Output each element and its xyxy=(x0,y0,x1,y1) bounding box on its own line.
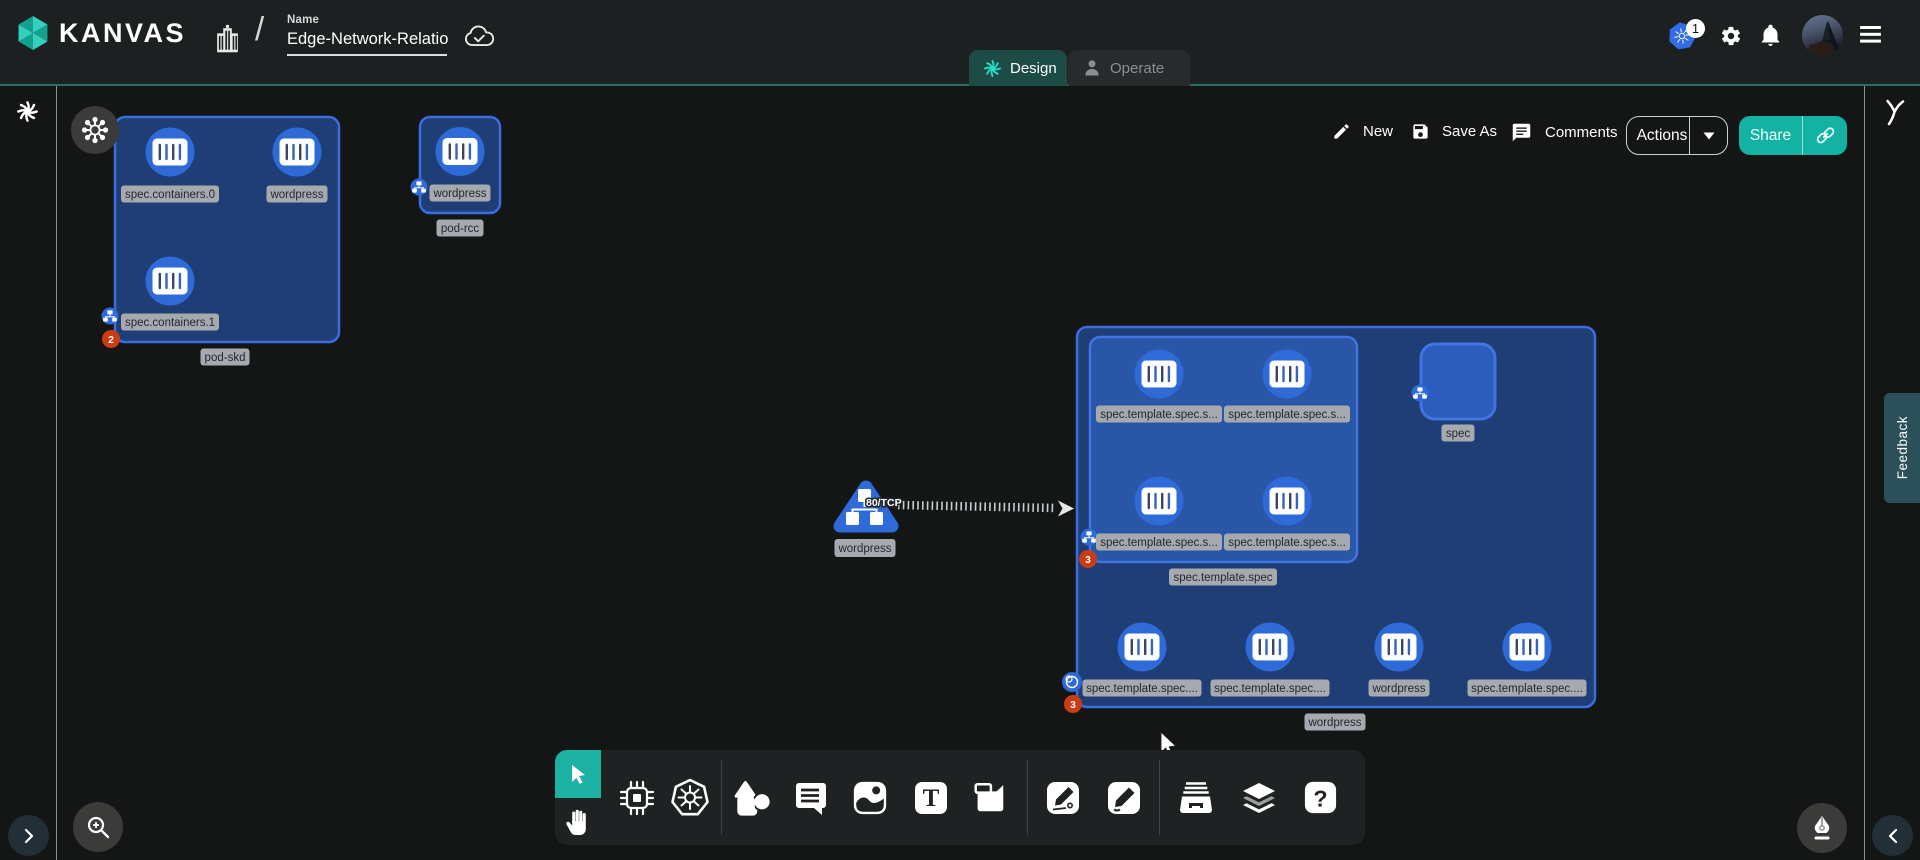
svg-text:spec.containers.1: spec.containers.1 xyxy=(125,317,215,329)
svg-text:spec: spec xyxy=(1446,428,1471,440)
svg-text:wordpress: wordpress xyxy=(269,189,323,201)
svg-text:?: ? xyxy=(1313,785,1327,811)
svg-text:spec.template.spec.s...: spec.template.spec.s... xyxy=(1100,409,1218,421)
svg-text:1: 1 xyxy=(1692,21,1699,36)
svg-text:wordpress: wordpress xyxy=(1371,683,1425,695)
svg-text:2: 2 xyxy=(108,335,114,346)
svg-text:wordpress: wordpress xyxy=(1307,717,1361,729)
svg-text:spec.template.spec.s...: spec.template.spec.s... xyxy=(1228,409,1346,421)
svg-text:pod-rcc: pod-rcc xyxy=(441,223,480,235)
svg-text:wordpress: wordpress xyxy=(837,543,891,555)
svg-text:spec.template.spec....: spec.template.spec.... xyxy=(1214,683,1326,695)
svg-text:spec.template.spec.s...: spec.template.spec.s... xyxy=(1228,537,1346,549)
svg-text:spec.template.spec.s...: spec.template.spec.s... xyxy=(1100,537,1218,549)
svg-text:spec.containers.0: spec.containers.0 xyxy=(125,189,215,201)
svg-text:3: 3 xyxy=(1070,700,1076,711)
svg-text:spec.template.spec....: spec.template.spec.... xyxy=(1086,683,1198,695)
svg-text:T: T xyxy=(923,785,940,812)
svg-text:80/TCP: 80/TCP xyxy=(866,497,902,509)
svg-text:wordpress: wordpress xyxy=(432,188,486,200)
svg-text:pod-skd: pod-skd xyxy=(205,352,246,364)
svg-text:spec.template.spec: spec.template.spec xyxy=(1173,572,1272,584)
svg-text:spec.template.spec....: spec.template.spec.... xyxy=(1471,683,1583,695)
svg-text:3: 3 xyxy=(1085,555,1091,566)
